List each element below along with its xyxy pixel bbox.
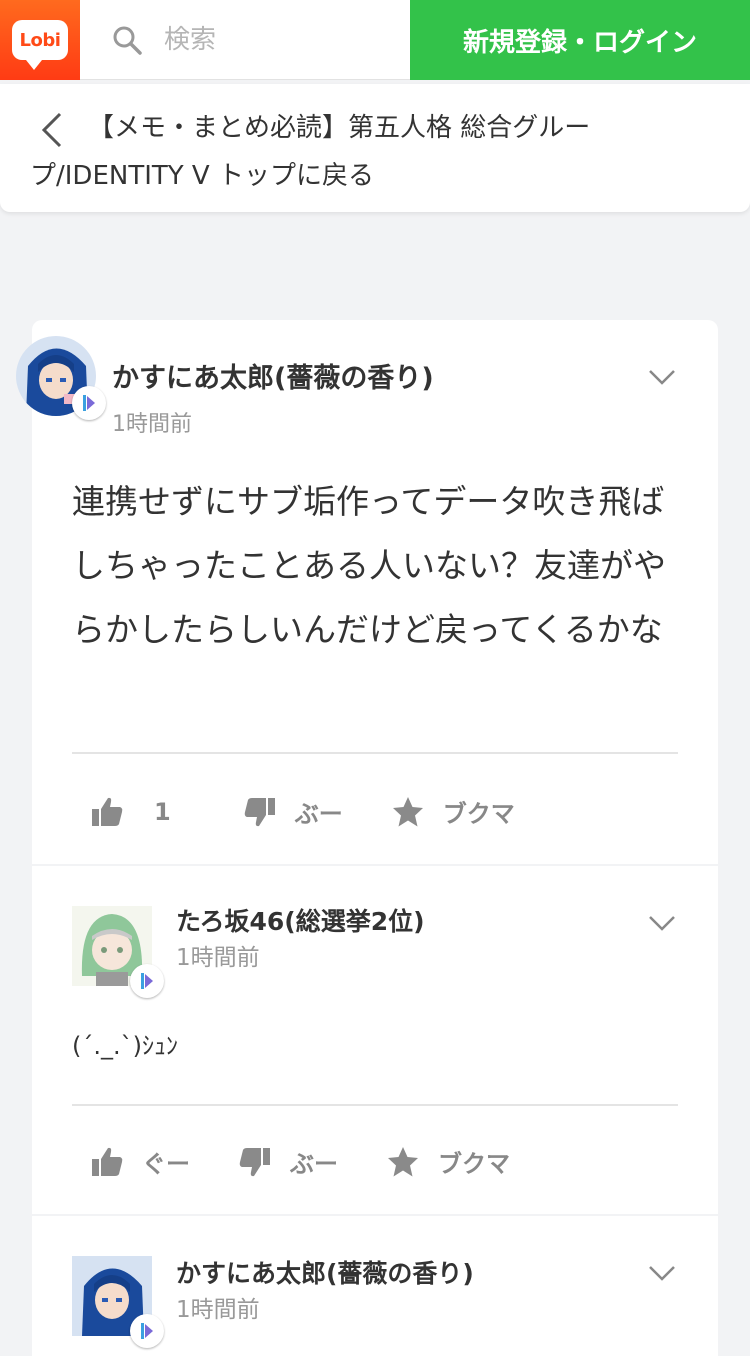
search-bar[interactable] bbox=[80, 0, 410, 80]
lobi-logo[interactable]: Lobi bbox=[0, 0, 80, 80]
avatar[interactable] bbox=[72, 1256, 164, 1348]
dislike-label: ぶー bbox=[290, 1150, 338, 1178]
like-label: ぐー bbox=[142, 1150, 190, 1178]
reply-card: たろ坂46(総選挙2位) 1時間前 (´._.`)ｼｭﾝ ぐー ぶー ブクマ bbox=[32, 866, 718, 1214]
chevron-down-icon[interactable] bbox=[648, 368, 676, 386]
reply-time: 1時間前 bbox=[176, 945, 260, 971]
reply-card: かすにあ太郎(薔薇の香り) 1時間前 bbox=[32, 1216, 718, 1356]
back-bar: 【メモ・まとめ必読】第五人格 総合グループ/IDENTITY V トップに戻る bbox=[0, 84, 750, 212]
app-badge-icon bbox=[130, 1314, 164, 1348]
bookmark-button[interactable]: ブクマ bbox=[391, 794, 515, 829]
post-time: 1時間前 bbox=[112, 412, 192, 437]
search-icon bbox=[113, 26, 142, 55]
like-button[interactable]: 1 bbox=[90, 795, 195, 829]
thumbs-down-icon bbox=[244, 797, 275, 826]
post-divider bbox=[72, 752, 678, 754]
reply-body: (´._.`)ｼｭﾝ bbox=[72, 1032, 178, 1060]
app-badge-icon bbox=[72, 386, 106, 420]
bookmark-label: ブクマ bbox=[438, 1150, 510, 1178]
chevron-down-icon[interactable] bbox=[648, 1264, 676, 1282]
bookmark-button[interactable]: ブクマ bbox=[386, 1144, 510, 1179]
reply-username[interactable]: たろ坂46(総選挙2位) bbox=[176, 902, 425, 938]
search-input[interactable] bbox=[162, 24, 392, 56]
app-badge-icon bbox=[130, 964, 164, 998]
bookmark-label: ブクマ bbox=[442, 800, 515, 828]
reply-divider bbox=[72, 1104, 678, 1106]
reply-time: 1時間前 bbox=[176, 1297, 260, 1323]
star-icon bbox=[388, 1146, 418, 1176]
dislike-button[interactable]: ぶー bbox=[238, 1144, 338, 1179]
post-card: かすにあ太郎(薔薇の香り) 1時間前 連携せずにサブ垢作ってデータ吹き飛ばしちゃ… bbox=[16, 320, 718, 864]
post-actions: 1 ぶー ブクマ bbox=[90, 794, 563, 829]
thumbs-up-icon bbox=[92, 797, 123, 826]
reply-actions: ぐー ぶー ブクマ bbox=[90, 1144, 558, 1179]
dislike-label: ぶー bbox=[294, 800, 343, 828]
thumbs-up-icon bbox=[92, 1147, 123, 1176]
back-to-group-link[interactable]: 【メモ・まとめ必読】第五人格 総合グループ/IDENTITY V トップに戻る bbox=[30, 104, 650, 200]
logo-text: Lobi bbox=[12, 20, 68, 70]
post-body: 連携せずにサブ垢作ってデータ吹き飛ばしちゃったことある人いない？友達がやらかした… bbox=[72, 482, 666, 649]
top-bar: Lobi 新規登録・ログイン bbox=[0, 0, 750, 80]
post-username[interactable]: かすにあ太郎(薔薇の香り) bbox=[112, 356, 434, 395]
reply-username[interactable]: かすにあ太郎(薔薇の香り) bbox=[176, 1254, 474, 1290]
star-icon bbox=[392, 796, 423, 826]
like-count: 1 bbox=[154, 797, 171, 826]
avatar[interactable] bbox=[16, 336, 106, 420]
signup-login-button[interactable]: 新規登録・ログイン bbox=[410, 0, 750, 80]
avatar[interactable] bbox=[72, 906, 164, 998]
thumbs-down-icon bbox=[239, 1147, 270, 1176]
dislike-button[interactable]: ぶー bbox=[243, 794, 343, 829]
chevron-down-icon[interactable] bbox=[648, 914, 676, 932]
like-button[interactable]: ぐー bbox=[90, 1144, 190, 1179]
